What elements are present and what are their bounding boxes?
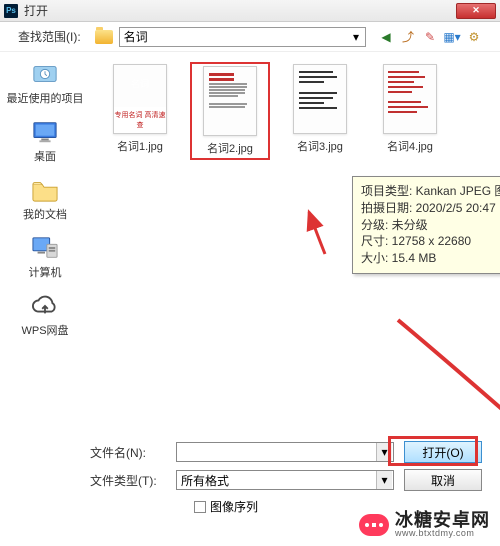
lookin-label: 查找范围(I):: [18, 28, 81, 45]
file-name: 名词2.jpg: [207, 140, 253, 156]
documents-icon: [28, 176, 62, 204]
open-button[interactable]: 打开(O): [404, 441, 482, 463]
tooltip-line: 分级: 未分级: [361, 217, 500, 234]
sidebar-item-label: 桌面: [34, 148, 56, 164]
folder-icon: [95, 30, 113, 44]
file-pane: 名词 专用名词 高清速查 名词1.jpg 名词2.jpg: [90, 52, 500, 432]
recent-icon: [28, 60, 62, 88]
file-thumbnail: 名词 专用名词 高清速查: [113, 64, 167, 134]
file-item[interactable]: 名词4.jpg: [370, 62, 450, 160]
file-tooltip: 项目类型: Kankan JPEG 图像 拍摄日期: 2020/2/5 20:4…: [352, 176, 500, 274]
app-icon: Ps: [4, 4, 18, 18]
file-name: 名词3.jpg: [297, 138, 343, 154]
sidebar-item-wps[interactable]: WPS网盘: [21, 292, 68, 338]
up-icon[interactable]: ⤴: [400, 29, 416, 45]
tooltip-line: 大小: 15.4 MB: [361, 250, 500, 267]
titlebar: Ps 打开 ✕: [0, 0, 500, 22]
content-area: 最近使用的项目 桌面 我的文档 计算机 WPS网盘: [0, 52, 500, 432]
tooltip-line: 拍摄日期: 2020/2/5 20:47: [361, 200, 500, 217]
window-title: 打开: [24, 2, 456, 19]
file-thumbnail: [203, 66, 257, 136]
lookin-row: 查找范围(I): 名词 ▾ ◀ ⤴ ✎ ▦▾ ⚙: [0, 22, 500, 52]
sidebar-item-desktop[interactable]: 桌面: [28, 118, 62, 164]
sidebar-item-documents[interactable]: 我的文档: [23, 176, 67, 222]
back-icon[interactable]: ◀: [378, 29, 394, 45]
cloud-icon: [28, 292, 62, 320]
watermark-text-en: www.btxtdmy.com: [395, 529, 490, 538]
thumb-sub: 专用名词 高清速查: [114, 107, 166, 133]
chevron-down-icon[interactable]: ▾: [376, 443, 392, 461]
chevron-down-icon[interactable]: ▾: [376, 471, 392, 489]
tooltip-line: 尺寸: 12758 x 22680: [361, 233, 500, 250]
tooltip-line: 项目类型: Kankan JPEG 图像: [361, 183, 500, 200]
view-menu-icon[interactable]: ▦▾: [444, 29, 460, 45]
sidebar-item-label: 我的文档: [23, 206, 67, 222]
new-folder-icon[interactable]: ✎: [422, 29, 438, 45]
lookin-dropdown[interactable]: 名词 ▾: [119, 27, 366, 47]
image-sequence-checkbox[interactable]: [194, 501, 206, 513]
file-item-selected[interactable]: 名词2.jpg: [190, 62, 270, 160]
file-name: 名词1.jpg: [117, 138, 163, 154]
sidebar-item-computer[interactable]: 计算机: [28, 234, 62, 280]
watermark: 冰糖安卓网 www.btxtdmy.com: [359, 511, 490, 538]
desktop-icon: [28, 118, 62, 146]
filetype-dropdown[interactable]: 所有格式 ▾: [176, 470, 394, 490]
filetype-value: 所有格式: [181, 472, 229, 489]
annotation-arrow-small: [297, 204, 337, 264]
computer-icon: [28, 234, 62, 262]
filename-input[interactable]: ▾: [176, 442, 394, 462]
settings-icon[interactable]: ⚙: [466, 29, 482, 45]
lookin-value: 名词: [124, 28, 148, 45]
filename-label: 文件名(N):: [90, 444, 166, 461]
cancel-button[interactable]: 取消: [404, 469, 482, 491]
filetype-label: 文件类型(T):: [90, 472, 166, 489]
bottom-panel: 文件名(N): ▾ 打开(O) 文件类型(T): 所有格式 ▾ 取消 图像序列: [0, 432, 500, 519]
sidebar-item-recent[interactable]: 最近使用的项目: [7, 60, 84, 106]
thumb-title: 名词: [114, 65, 166, 90]
sidebar-item-label: 计算机: [29, 264, 62, 280]
checkbox-label: 图像序列: [210, 498, 258, 515]
sidebar-item-label: WPS网盘: [21, 322, 68, 338]
file-thumbnail: [383, 64, 437, 134]
watermark-icon: [359, 514, 389, 536]
file-item[interactable]: 名词 专用名词 高清速查 名词1.jpg: [100, 62, 180, 160]
file-thumbnail: [293, 64, 347, 134]
chevron-down-icon: ▾: [349, 29, 363, 45]
nav-toolbar: ◀ ⤴ ✎ ▦▾ ⚙: [378, 29, 482, 45]
close-button[interactable]: ✕: [456, 3, 496, 19]
file-item[interactable]: 名词3.jpg: [280, 62, 360, 160]
file-name: 名词4.jpg: [387, 138, 433, 154]
watermark-text-cn: 冰糖安卓网: [395, 511, 490, 529]
sidebar-item-label: 最近使用的项目: [7, 90, 84, 106]
places-sidebar: 最近使用的项目 桌面 我的文档 计算机 WPS网盘: [0, 52, 90, 432]
